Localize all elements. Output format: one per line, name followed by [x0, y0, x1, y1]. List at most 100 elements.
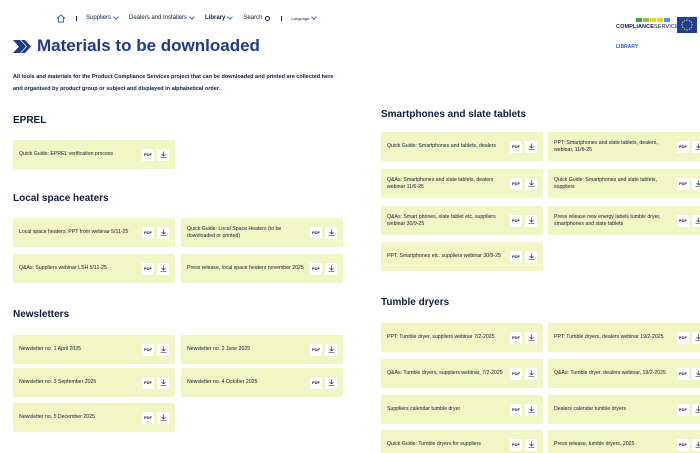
pdf-badge[interactable]: PDF [510, 438, 522, 451]
download-card[interactable]: Quick Guide: Local Space Heaters (to be … [181, 218, 343, 247]
download-icon[interactable] [325, 376, 337, 389]
download-card-label: Q&As: Tumble dryers, suppliers webinar, … [387, 370, 503, 376]
breadcrumb[interactable]: LIBRARY [616, 44, 638, 50]
pdf-badge[interactable]: PDF [142, 262, 154, 275]
pdf-badge[interactable]: PDF [310, 226, 322, 239]
download-card[interactable]: Q&As: Smart phones, slate tablet etc. su… [381, 206, 543, 235]
download-icon[interactable] [692, 438, 700, 451]
download-icon[interactable] [525, 214, 537, 227]
download-icon[interactable] [692, 140, 700, 153]
download-card[interactable]: PPT: Tumble dryers, dealers webinar 19/2… [548, 323, 700, 352]
download-icon[interactable] [325, 262, 337, 275]
download-icon[interactable] [157, 148, 169, 161]
download-card[interactable]: Quick Guide: Smartphones and slate table… [548, 169, 700, 198]
logo-energy-bar [657, 18, 663, 22]
nav-search[interactable]: Search [243, 15, 271, 21]
download-icon[interactable] [692, 331, 700, 344]
download-icon[interactable] [325, 343, 337, 356]
download-card[interactable]: Suppliers calendar tumble dryer PDF [381, 395, 543, 424]
top-nav: Suppliers Dealers and Installers Library… [56, 12, 327, 24]
download-icon[interactable] [525, 367, 537, 380]
download-card[interactable]: Press release, local space heaters novem… [181, 254, 343, 283]
chevron-down-icon [113, 14, 119, 20]
download-card[interactable]: Newsletter no. 2 June 2025 PDF [181, 335, 343, 364]
pdf-badge[interactable]: PDF [142, 226, 154, 239]
download-icon[interactable] [157, 226, 169, 239]
language-selector[interactable]: Language [291, 14, 318, 21]
download-card[interactable]: Q&As: Tumble dryers, suppliers webinar, … [381, 359, 543, 388]
download-card[interactable]: Press release new energy labels tumble d… [548, 206, 700, 235]
download-card[interactable]: Newsletter no. 4 October 2025 PDF [181, 368, 343, 397]
page-title: Materials to be downloaded [37, 36, 260, 55]
pdf-badge[interactable]: PDF [510, 331, 522, 344]
home-icon[interactable] [56, 13, 66, 23]
download-card[interactable]: PPT: Tumble dryer, suppliers webinar 7/2… [381, 323, 543, 352]
pdf-badge[interactable]: PDF [510, 403, 522, 416]
pdf-badge[interactable]: PDF [510, 177, 522, 190]
download-icon[interactable] [692, 177, 700, 190]
pdf-badge[interactable]: PDF [510, 140, 522, 153]
download-icon[interactable] [525, 140, 537, 153]
download-card-label: Dealers calendar tumble dryers [554, 406, 627, 412]
download-card[interactable]: PPT: Smartphones etc. suppliers webinar … [381, 242, 543, 271]
compliance-services-logo[interactable]: COMPLIANCESERVICES [616, 18, 682, 36]
download-icon[interactable] [157, 343, 169, 356]
pdf-badge[interactable]: PDF [677, 367, 689, 380]
download-card[interactable]: Newsletter no. 3 September 2025 PDF [13, 368, 175, 397]
pdf-badge[interactable]: PDF [142, 411, 154, 424]
pdf-badge[interactable]: PDF [310, 262, 322, 275]
pdf-badge[interactable]: PDF [677, 438, 689, 451]
download-icon[interactable] [692, 214, 700, 227]
download-card[interactable]: Local space heaters, PPT from webinar 5/… [13, 218, 175, 247]
download-card[interactable]: Press release, tumble dryers, 2025 PDF [548, 430, 700, 453]
nav-separator [281, 15, 283, 21]
download-card-label: Suppliers calendar tumble dryer [387, 406, 461, 412]
nav-item-library[interactable]: Library [205, 14, 234, 21]
download-icon[interactable] [525, 438, 537, 451]
download-card-label: Quick Guide: Smartphones and tablets, de… [387, 143, 496, 149]
download-card-label: Newsletter no. 5 December 2025 [19, 414, 95, 420]
pdf-badge[interactable]: PDF [510, 250, 522, 263]
pdf-badge[interactable]: PDF [510, 367, 522, 380]
download-card[interactable]: Quick Guide: Tumble dryers for suppliers… [381, 430, 543, 453]
section-title-heaters: Local space heaters [13, 193, 109, 204]
chevron-down-icon [227, 14, 234, 20]
download-icon[interactable] [525, 403, 537, 416]
download-card[interactable]: Newsletter no. 1 April 2025 PDF [13, 335, 175, 364]
download-card[interactable]: Newsletter no. 5 December 2025 PDF [13, 403, 175, 432]
download-card[interactable]: Quick Guide: EPREL verification process P… [13, 140, 175, 169]
download-icon[interactable] [525, 331, 537, 344]
download-icon[interactable] [525, 177, 537, 190]
pdf-badge[interactable]: PDF [310, 376, 322, 389]
nav-item-dealers[interactable]: Dealers and Installers [129, 14, 195, 21]
download-card[interactable]: Q&As: Suppliers webinar LSH 5/11-25 PDF [13, 254, 175, 283]
pdf-badge[interactable]: PDF [142, 343, 154, 356]
download-icon[interactable] [525, 250, 537, 263]
pdf-badge[interactable]: PDF [677, 331, 689, 344]
download-icon[interactable] [157, 376, 169, 389]
download-icon[interactable] [692, 367, 700, 380]
download-card[interactable]: Q&As: Tumble dryer, dealers webinar, 19/… [548, 359, 700, 388]
download-card-label: PPT: Tumble dryer, suppliers webinar 7/2… [387, 334, 495, 340]
pdf-badge[interactable]: PDF [677, 403, 689, 416]
pdf-badge[interactable]: PDF [510, 214, 522, 227]
download-icon[interactable] [157, 262, 169, 275]
nav-item-suppliers[interactable]: Suppliers [86, 14, 119, 21]
eu-flag-icon [677, 17, 697, 33]
download-icon[interactable] [325, 226, 337, 239]
download-card-label: Newsletter no. 3 September 2025 [19, 379, 97, 385]
download-card[interactable]: Q&As: Smartphones and slate tablets, dea… [381, 169, 543, 198]
pdf-badge[interactable]: PDF [310, 343, 322, 356]
download-icon[interactable] [692, 403, 700, 416]
pdf-badge[interactable]: PDF [677, 140, 689, 153]
pdf-badge[interactable]: PDF [677, 177, 689, 190]
pdf-badge[interactable]: PDF [677, 214, 689, 227]
download-card[interactable]: Quick Guide: Smartphones and tablets, de… [381, 132, 543, 161]
pdf-badge[interactable]: PDF [142, 148, 154, 161]
pdf-badge[interactable]: PDF [142, 376, 154, 389]
download-card[interactable]: Dealers calendar tumble dryers PDF [548, 395, 700, 424]
download-card[interactable]: PPT: Smartphones and slate tablets, deal… [548, 132, 700, 161]
download-icon[interactable] [157, 411, 169, 424]
page-header: Materials to be downloaded [13, 36, 260, 56]
download-card-label: Local space heaters, PPT from webinar 5/… [19, 229, 129, 235]
